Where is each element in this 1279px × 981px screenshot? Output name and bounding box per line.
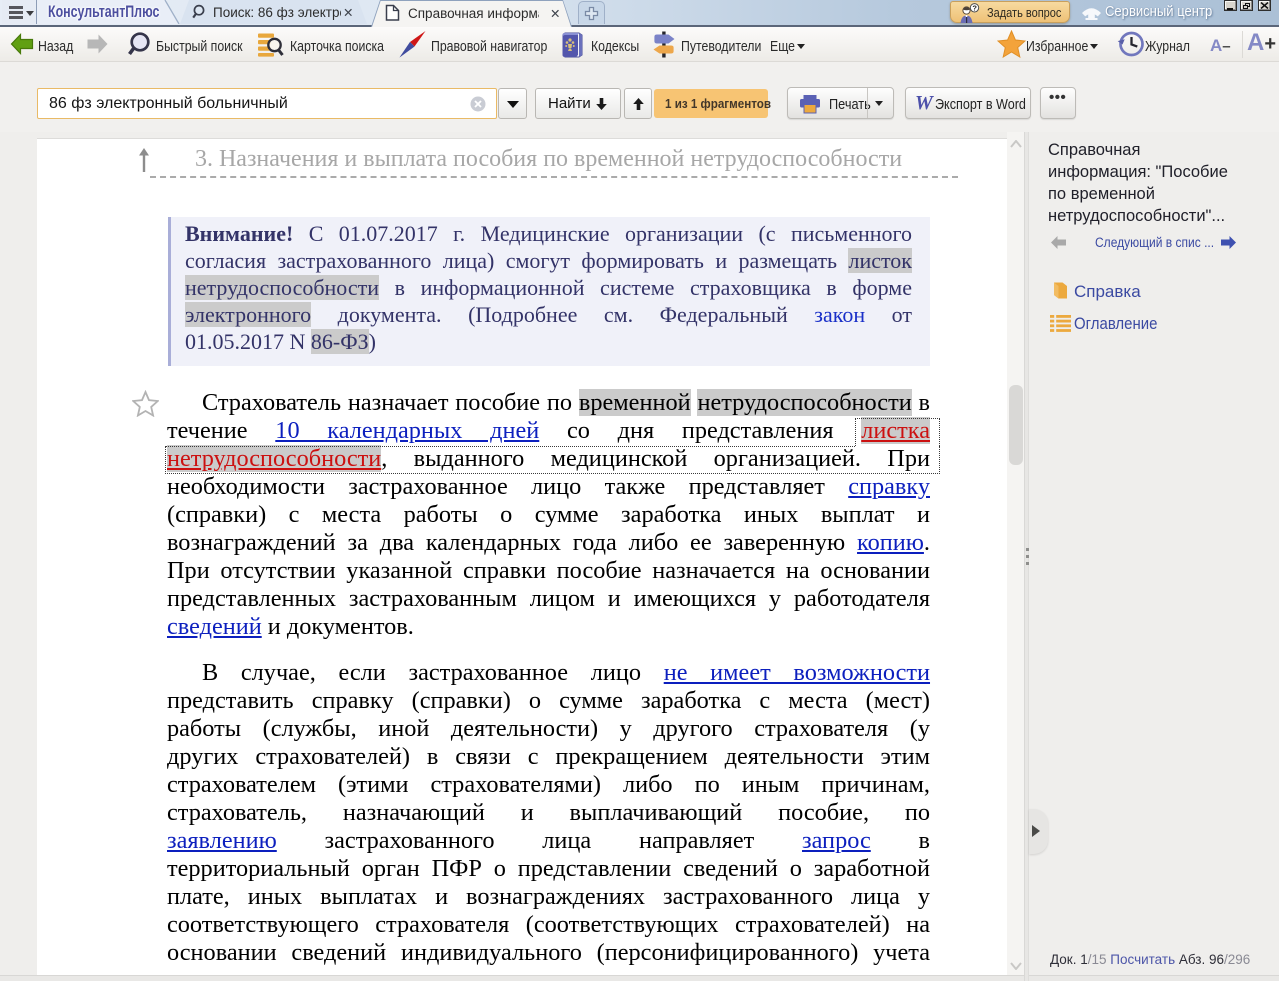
svg-text:?: ? xyxy=(972,4,977,13)
